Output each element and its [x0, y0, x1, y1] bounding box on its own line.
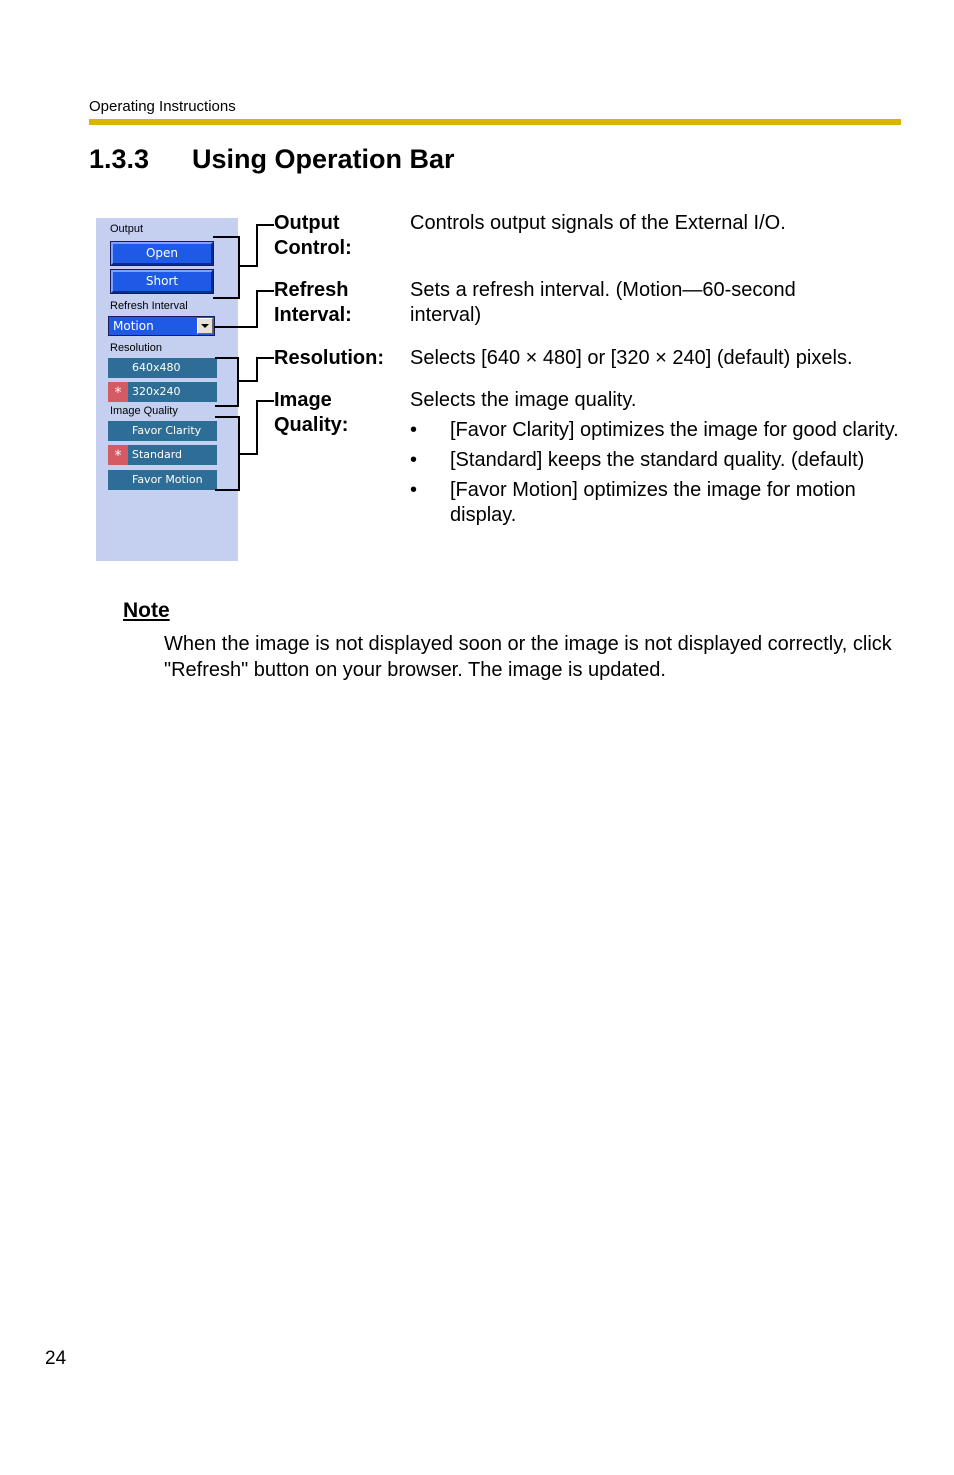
image-quality-label: Image Quality [110, 405, 178, 417]
quality-standard-button[interactable]: * Standard [108, 445, 217, 465]
selected-asterisk-icon: * [108, 382, 128, 402]
term-line: Interval: [274, 304, 352, 326]
image-quality-bullets: • [Favor Clarity] optimizes the image for… [410, 418, 910, 528]
quality-favor-clarity-button[interactable]: Favor Clarity [108, 421, 217, 441]
refresh-interval-label: Refresh Interval [110, 300, 188, 312]
bullet-text: [Favor Clarity] optimizes the image for … [450, 419, 899, 441]
bullet-item: • [Standard] keeps the standard quality. … [410, 448, 910, 473]
term-line: Refresh [274, 279, 349, 301]
bullet-icon: • [410, 479, 418, 501]
resolution-320x240-button[interactable]: * 320x240 [108, 382, 217, 402]
output-short-button[interactable]: Short [110, 269, 214, 294]
term-refresh-interval: Refresh Interval: [274, 278, 352, 328]
bullet-icon: • [410, 449, 418, 471]
running-header: Operating Instructions [89, 98, 236, 115]
term-output-control: Output Control: [274, 211, 352, 261]
desc-image-quality: Selects the image quality. • [Favor Clari… [410, 388, 910, 528]
output-label: Output [110, 223, 144, 235]
resolution-320x240-label: 320x240 [132, 385, 181, 398]
section-number: 1.3.3 [89, 144, 150, 174]
term-line: Image [274, 389, 332, 411]
section-title: 1.3.3 Using Operation Bar [89, 142, 455, 176]
header-rule [89, 119, 901, 125]
output-open-button[interactable]: Open [110, 241, 214, 266]
section-heading: Using Operation Bar [192, 144, 455, 174]
dropdown-arrow-icon[interactable] [197, 318, 213, 334]
operation-bar-panel: Output Open Short Refresh Interval Motio… [96, 218, 238, 561]
term-line: Resolution: [274, 347, 384, 369]
quality-standard-label: Standard [132, 448, 183, 461]
bullet-icon: • [410, 419, 418, 441]
resolution-640x480-button[interactable]: 640x480 [108, 358, 217, 378]
bullet-text: [Standard] keeps the standard quality. (… [450, 449, 865, 471]
page-number: 24 [45, 1348, 67, 1369]
resolution-label: Resolution [110, 342, 162, 354]
refresh-interval-value: Motion [113, 319, 154, 333]
term-image-quality: Image Quality: [274, 388, 348, 438]
refresh-interval-select[interactable]: Motion [108, 316, 215, 336]
desc-output-control: Controls output signals of the External … [410, 212, 786, 234]
quality-favor-motion-label: Favor Motion [132, 473, 203, 486]
term-resolution: Resolution: [274, 346, 384, 371]
quality-favor-motion-button[interactable]: Favor Motion [108, 470, 217, 490]
bullet-text: [Favor Motion] optimizes the image for m… [450, 479, 856, 526]
selected-asterisk-icon: * [108, 445, 128, 465]
resolution-640x480-label: 640x480 [132, 361, 181, 374]
note-body: When the image is not displayed soon or … [164, 633, 892, 681]
desc-refresh-interval: Sets a refresh interval. (Motion—60-seco… [410, 279, 796, 326]
term-line: Quality: [274, 414, 349, 436]
quality-favor-clarity-label: Favor Clarity [132, 424, 202, 437]
bullet-item: • [Favor Motion] optimizes the image for … [410, 478, 910, 528]
term-line: Output [274, 212, 340, 234]
desc-resolution: Selects [640 × 480] or [320 × 240] (defa… [410, 347, 853, 369]
bullet-item: • [Favor Clarity] optimizes the image for… [410, 418, 910, 443]
desc-image-quality-intro: Selects the image quality. [410, 389, 637, 411]
note-title: Note [123, 599, 170, 622]
term-line: Control: [274, 237, 352, 259]
